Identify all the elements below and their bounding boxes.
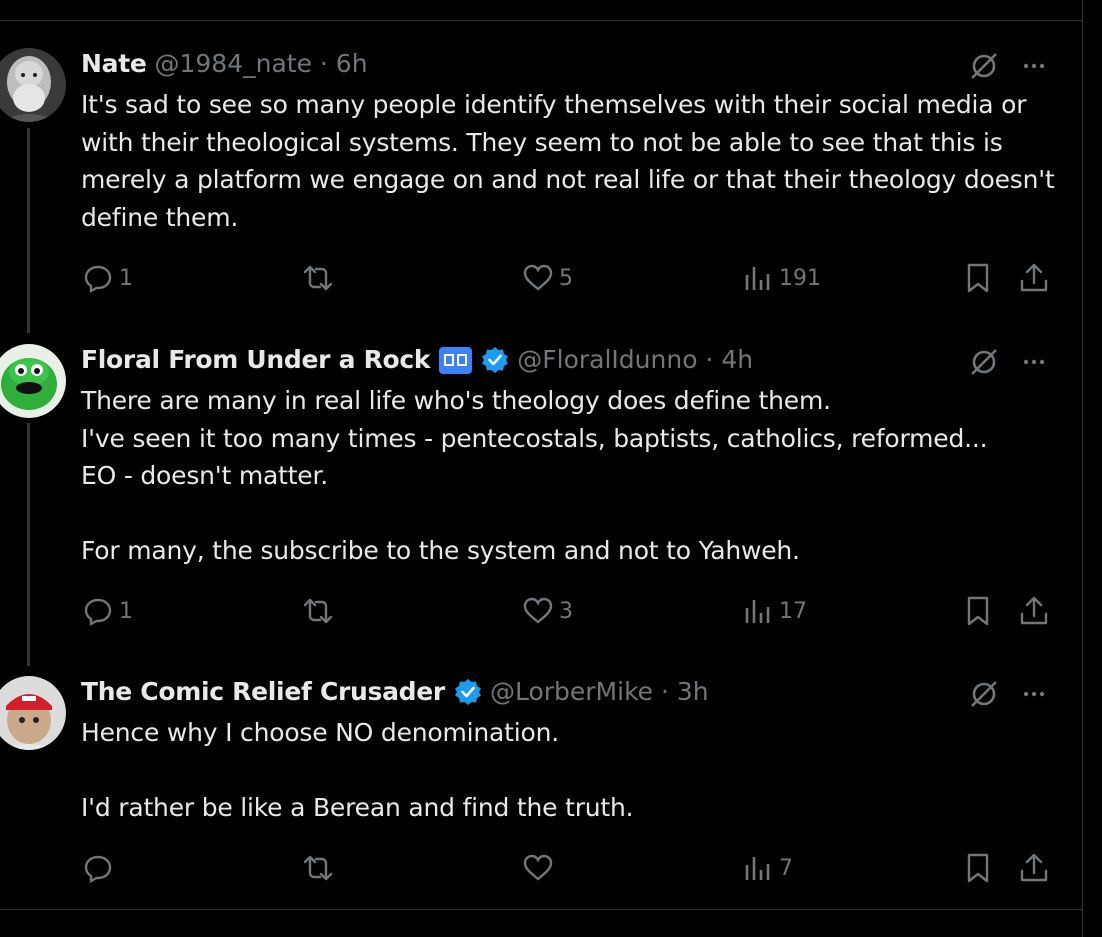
post-header: The Comic Relief Crusader @LorberMike · … — [81, 676, 709, 708]
display-name[interactable]: The Comic Relief Crusader — [81, 676, 445, 708]
display-name[interactable]: Floral From Under a Rock — [81, 344, 431, 376]
share-icon — [1020, 853, 1048, 882]
top-divider — [0, 20, 1083, 21]
heart-icon — [523, 264, 553, 291]
bookmark-icon — [967, 596, 989, 626]
share-icon — [1020, 596, 1048, 625]
more-icon[interactable] — [1018, 50, 1050, 82]
display-name[interactable]: Nate — [81, 48, 147, 80]
bottom-divider — [0, 909, 1083, 910]
reply-button[interactable] — [81, 851, 119, 885]
reply-icon — [84, 265, 112, 294]
like-count: 5 — [559, 265, 573, 291]
action-bar: 1 5 191 — [81, 261, 1061, 301]
views-icon — [745, 857, 770, 880]
bookmark-button[interactable] — [961, 594, 995, 628]
handle-timestamp[interactable]: @LorberMike · 3h — [490, 676, 709, 708]
views-count: 191 — [779, 265, 821, 291]
share-button[interactable] — [1017, 851, 1051, 885]
reply-count: 1 — [119, 598, 133, 624]
post-text: Hence why I choose NO denomination. I'd … — [81, 718, 634, 822]
post-text: There are many in real life who's theolo… — [81, 386, 988, 565]
verified-badge-icon — [482, 347, 509, 373]
repost-button[interactable] — [301, 261, 339, 295]
like-button[interactable] — [521, 851, 559, 885]
repost-icon — [303, 855, 333, 881]
reply-icon — [84, 855, 112, 884]
post-text: It's sad to see so many people identify … — [81, 90, 1055, 232]
grok-icon[interactable] — [968, 678, 1000, 710]
thread-connector — [27, 128, 30, 333]
avatar[interactable] — [0, 48, 66, 122]
repost-button[interactable] — [301, 851, 339, 885]
reply-button[interactable]: 1 — [81, 594, 133, 628]
repost-button[interactable] — [301, 594, 339, 628]
views-button[interactable]: 17 — [741, 594, 807, 628]
share-icon — [1020, 263, 1048, 292]
avatar[interactable] — [0, 676, 66, 750]
like-count: 3 — [559, 598, 573, 624]
like-button[interactable]: 5 — [521, 261, 573, 295]
action-bar: 1 3 17 — [81, 594, 1061, 634]
cartoon-badge-icon — [439, 346, 473, 374]
heart-icon — [523, 597, 553, 624]
more-icon[interactable] — [1018, 678, 1050, 710]
heart-icon — [523, 854, 553, 881]
reply-button[interactable]: 1 — [81, 261, 133, 295]
post-header: Floral From Under a Rock @FloralIdunno ·… — [81, 344, 753, 376]
views-count: 7 — [779, 855, 793, 881]
repost-icon — [303, 265, 333, 291]
reply-icon — [84, 598, 112, 627]
thread-connector — [27, 423, 30, 666]
views-button[interactable]: 7 — [741, 851, 793, 885]
share-button[interactable] — [1017, 594, 1051, 628]
verified-badge-icon — [454, 679, 481, 705]
views-icon — [745, 600, 770, 623]
avatar[interactable] — [0, 344, 66, 418]
grok-icon[interactable] — [968, 346, 1000, 378]
bookmark-button[interactable] — [961, 261, 995, 295]
like-button[interactable]: 3 — [521, 594, 573, 628]
post-header: Nate @1984_nate · 6h — [81, 48, 368, 80]
bookmark-icon — [967, 263, 989, 293]
timeline-border — [1082, 0, 1083, 937]
action-bar: 7 — [81, 851, 1061, 891]
bookmark-icon — [967, 853, 989, 883]
repost-icon — [303, 598, 333, 624]
bookmark-button[interactable] — [961, 851, 995, 885]
handle-timestamp[interactable]: @1984_nate · 6h — [155, 48, 368, 80]
share-button[interactable] — [1017, 261, 1051, 295]
reply-count: 1 — [119, 265, 133, 291]
views-button[interactable]: 191 — [741, 261, 821, 295]
more-icon[interactable] — [1018, 346, 1050, 378]
views-count: 17 — [779, 598, 807, 624]
handle-timestamp[interactable]: @FloralIdunno · 4h — [517, 344, 753, 376]
views-icon — [745, 267, 770, 290]
grok-icon[interactable] — [968, 50, 1000, 82]
